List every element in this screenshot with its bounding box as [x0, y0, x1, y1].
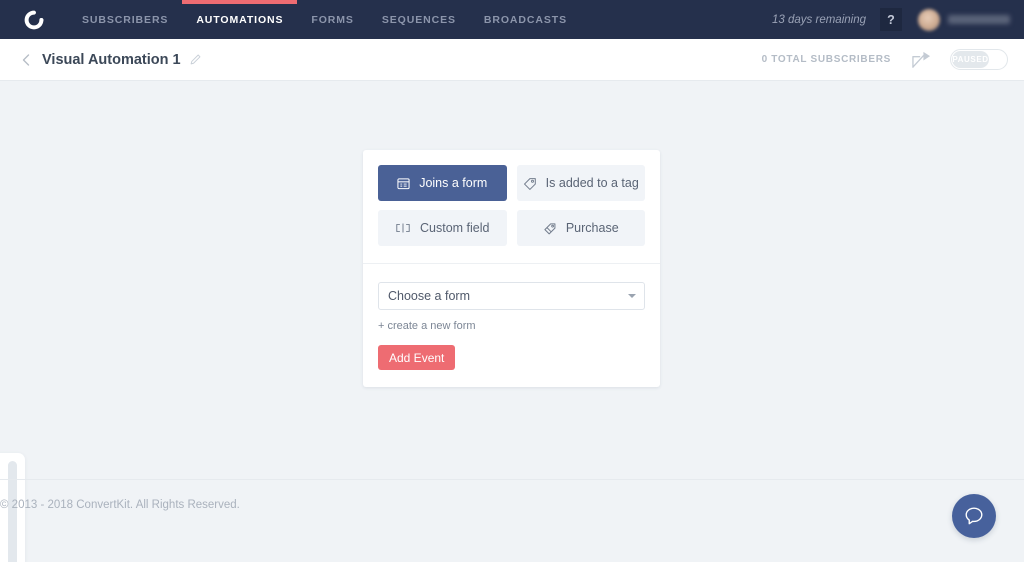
convertkit-logo-icon: [22, 8, 46, 32]
option-label: Custom field: [420, 221, 489, 235]
status-badge: PAUSED: [952, 55, 988, 64]
event-type-joins-a-form[interactable]: Joins a form: [378, 165, 507, 201]
copyright-text: © 2013 - 2018 ConvertKit. All Rights Res…: [0, 499, 240, 511]
nav-item-label: BROADCASTS: [484, 14, 567, 26]
automation-subheader: Visual Automation 1 0 TOTAL SUBSCRIBERS …: [0, 39, 1024, 81]
form-select-wrapper: Choose a form: [378, 282, 645, 310]
purchase-tag-icon: [543, 222, 557, 235]
total-subscribers-label: 0 TOTAL SUBSCRIBERS: [762, 54, 891, 65]
option-label: Purchase: [566, 221, 619, 235]
form-select[interactable]: Choose a form: [378, 282, 645, 310]
nav-item-label: FORMS: [311, 14, 353, 26]
chat-bubble-icon: [963, 505, 985, 527]
create-new-form-link[interactable]: + create a new form: [378, 320, 476, 332]
nav-item-automations[interactable]: AUTOMATIONS: [182, 0, 297, 39]
avatar: [918, 9, 940, 31]
automation-subheader-right: 0 TOTAL SUBSCRIBERS PAUSED: [762, 49, 1008, 70]
nav-item-label: AUTOMATIONS: [196, 14, 283, 26]
event-type-options: Joins a form Is added to a tag Custom fi…: [378, 165, 645, 246]
chat-widget-button[interactable]: [952, 494, 996, 538]
nav-item-sequences[interactable]: SEQUENCES: [368, 0, 470, 39]
account-menu[interactable]: [918, 9, 1010, 31]
page-footer: © 2013 - 2018 ConvertKit. All Rights Res…: [0, 479, 1024, 562]
pencil-icon[interactable]: [189, 53, 202, 66]
account-name-label: [948, 15, 1010, 24]
primary-nav-items: SUBSCRIBERS AUTOMATIONS FORMS SEQUENCES …: [68, 0, 581, 39]
help-button[interactable]: ?: [880, 8, 902, 31]
option-label: Is added to a tag: [546, 176, 639, 190]
automation-canvas: Joins a form Is added to a tag Custom fi…: [0, 81, 1024, 521]
add-event-card: Joins a form Is added to a tag Custom fi…: [363, 150, 660, 387]
nav-item-forms[interactable]: FORMS: [297, 0, 367, 39]
page-title: Visual Automation 1: [42, 52, 181, 68]
top-navigation-right: 13 days remaining ?: [772, 8, 1024, 31]
nav-item-subscribers[interactable]: SUBSCRIBERS: [68, 0, 182, 39]
form-icon: [397, 177, 410, 190]
custom-field-icon: [395, 222, 411, 234]
event-type-custom-field[interactable]: Custom field: [378, 210, 507, 246]
nav-item-label: SEQUENCES: [382, 14, 456, 26]
top-navigation-bar: SUBSCRIBERS AUTOMATIONS FORMS SEQUENCES …: [0, 0, 1024, 39]
logo-link[interactable]: [0, 8, 68, 32]
nav-item-label: SUBSCRIBERS: [82, 14, 168, 26]
card-divider: [363, 263, 660, 264]
toggle-knob: PAUSED: [952, 51, 989, 68]
share-icon[interactable]: [911, 50, 932, 69]
option-label: Joins a form: [419, 176, 487, 190]
add-event-button[interactable]: Add Event: [378, 345, 455, 370]
chevron-left-icon[interactable]: [18, 52, 34, 68]
tag-icon: [523, 177, 537, 190]
trial-status-text: 13 days remaining: [772, 14, 866, 26]
automation-status-toggle[interactable]: PAUSED: [950, 49, 1008, 70]
event-type-is-added-to-a-tag[interactable]: Is added to a tag: [517, 165, 646, 201]
nav-item-broadcasts[interactable]: BROADCASTS: [470, 0, 581, 39]
event-type-purchase[interactable]: Purchase: [517, 210, 646, 246]
